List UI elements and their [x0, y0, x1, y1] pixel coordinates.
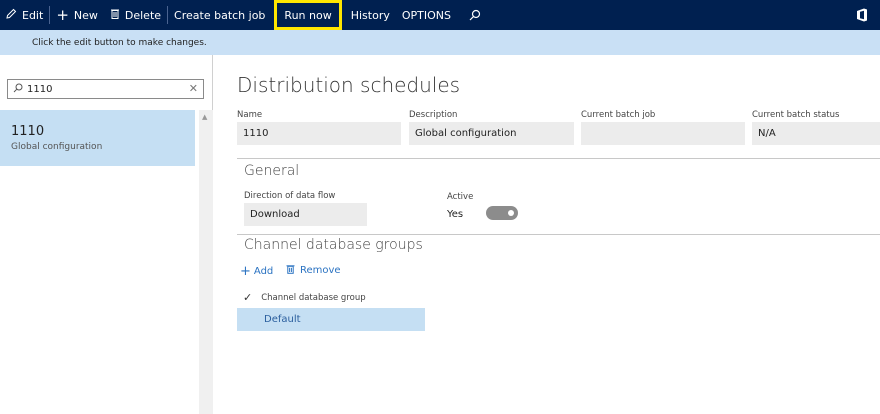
current-batch-status-label: Current batch status [752, 110, 840, 120]
current-batch-job-field[interactable] [581, 122, 745, 145]
toggle-knob [508, 210, 514, 216]
table-row[interactable]: Default [237, 308, 425, 331]
list-item-title: 1110 [11, 124, 45, 139]
active-value: Yes [447, 209, 464, 220]
history-button[interactable]: History [345, 0, 396, 30]
delete-button[interactable]: Delete [104, 0, 167, 30]
name-field[interactable]: 1110 [237, 122, 401, 145]
create-batch-job-button[interactable]: Create batch job [168, 0, 271, 30]
add-label: Add [253, 266, 274, 277]
current-batch-status-field[interactable]: N/A [752, 122, 880, 145]
direction-field[interactable]: Download [244, 203, 367, 226]
page-title: Distribution schedules [237, 73, 461, 97]
section-divider [237, 234, 880, 235]
current-batch-job-label: Current batch job [581, 110, 656, 120]
record-list-pane: 1110 ✕ 1110 Global configuration ▲ [0, 55, 213, 414]
select-all-check-icon[interactable]: ✓ [243, 291, 252, 304]
edit-label: Edit [22, 8, 44, 22]
list-item[interactable]: 1110 Global configuration [0, 110, 195, 166]
run-now-button[interactable]: Run now [274, 0, 342, 30]
table-cell: Default [264, 314, 301, 325]
plus-icon: + [240, 264, 251, 279]
list-item-subtitle: Global configuration [11, 142, 103, 152]
info-message: Click the edit button to make changes. [32, 37, 207, 48]
scrollbar[interactable]: ▲ [199, 110, 213, 414]
remove-button[interactable]: Remove [286, 264, 341, 277]
channel-groups-section-header[interactable]: Channel database groups [244, 237, 423, 253]
direction-label: Direction of data flow [244, 191, 336, 201]
new-label: New [73, 8, 98, 22]
scroll-up-icon[interactable]: ▲ [202, 113, 207, 121]
description-field[interactable]: Global configuration [409, 122, 574, 145]
active-label: Active [447, 192, 474, 202]
plus-icon: + [56, 6, 69, 24]
info-message-bar: Click the edit button to make changes. [0, 30, 880, 55]
pencil-icon [6, 8, 17, 22]
search-icon [13, 83, 27, 96]
command-bar: Edit + New Delete Create batch job Run n… [0, 0, 880, 30]
search-button[interactable] [463, 0, 487, 30]
filter-value: 1110 [27, 83, 53, 95]
delete-label: Delete [124, 8, 162, 22]
remove-label: Remove [300, 265, 341, 276]
name-label: Name [237, 110, 263, 120]
office-icon[interactable] [856, 8, 868, 22]
filter-input[interactable]: 1110 ✕ [7, 79, 204, 99]
general-section-header[interactable]: General [244, 163, 299, 179]
new-button[interactable]: + New [50, 0, 104, 30]
add-button[interactable]: + Add [240, 264, 273, 279]
clear-icon[interactable]: ✕ [189, 82, 198, 95]
description-label: Description [409, 110, 458, 120]
section-divider [237, 158, 880, 159]
edit-button[interactable]: Edit [0, 0, 49, 30]
options-button[interactable]: OPTIONS [396, 0, 457, 30]
search-icon [469, 9, 481, 21]
trash-icon [286, 264, 295, 277]
active-toggle[interactable] [486, 206, 518, 220]
trash-icon [110, 8, 120, 22]
grid-header: ✓ Channel database group [243, 291, 366, 304]
column-header[interactable]: Channel database group [261, 293, 365, 303]
